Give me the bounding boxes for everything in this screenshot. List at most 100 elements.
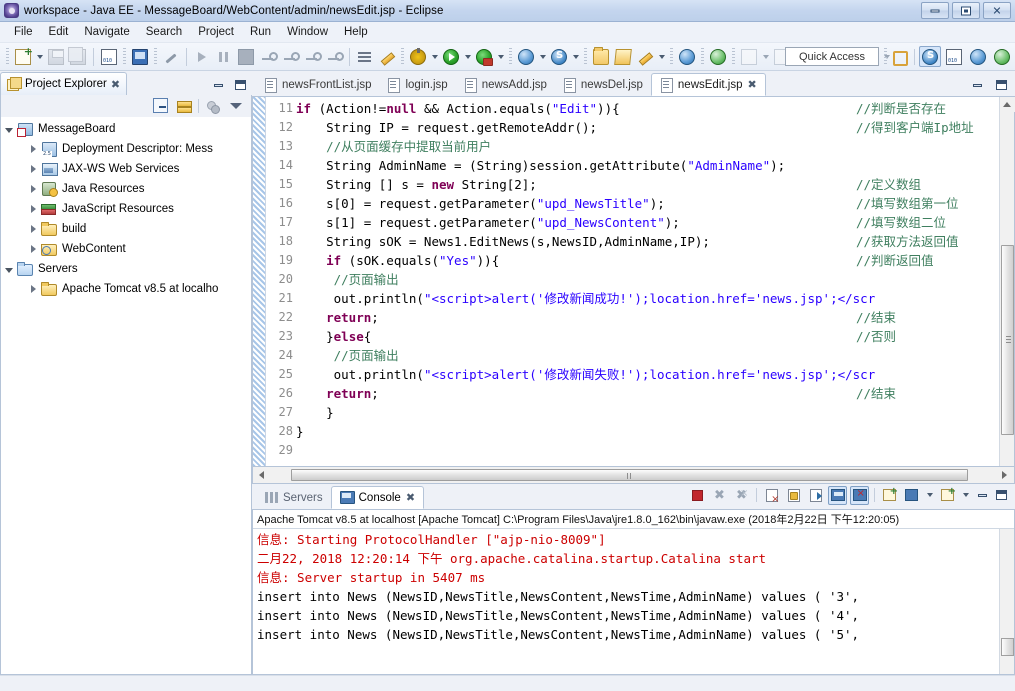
display-console-dropdown-icon[interactable] bbox=[924, 484, 935, 506]
open-type-icon[interactable] bbox=[590, 46, 612, 68]
console-output[interactable]: 信息: Starting ProtocolHandler ["ajp-nio-8… bbox=[253, 529, 1014, 674]
suspend-icon[interactable] bbox=[213, 46, 235, 68]
new-web-project-icon[interactable] bbox=[515, 46, 537, 68]
word-wrap-icon[interactable] bbox=[806, 486, 825, 505]
expand-arrow-icon[interactable] bbox=[1, 126, 17, 133]
new-server-dropdown-icon[interactable] bbox=[570, 46, 581, 68]
menu-window[interactable]: Window bbox=[279, 24, 336, 40]
console-output-area[interactable]: Apache Tomcat v8.5 at localhost [Apache … bbox=[252, 509, 1015, 675]
previous-annotation-icon[interactable] bbox=[376, 46, 398, 68]
scroll-up-icon[interactable] bbox=[999, 97, 1015, 112]
drop-to-frame-icon[interactable] bbox=[323, 46, 345, 68]
web-perspective-icon[interactable] bbox=[967, 46, 989, 67]
expand-arrow-icon[interactable] bbox=[25, 225, 41, 233]
expand-arrow-icon[interactable] bbox=[1, 266, 17, 273]
maximize-button[interactable] bbox=[952, 2, 980, 19]
run-dropdown-icon[interactable] bbox=[462, 46, 473, 68]
open-console-icon[interactable] bbox=[938, 486, 957, 505]
save-all-icon[interactable] bbox=[67, 46, 89, 68]
new-web-project-dropdown-icon[interactable] bbox=[537, 46, 548, 68]
marker-icon[interactable] bbox=[634, 46, 656, 68]
new-wizard-dropdown-icon[interactable] bbox=[34, 46, 45, 68]
minimize-panel-button[interactable] bbox=[974, 488, 990, 502]
java-ee-perspective-icon[interactable] bbox=[919, 46, 941, 67]
hscrollbar-thumb[interactable] bbox=[291, 469, 968, 481]
clear-console-icon[interactable] bbox=[762, 486, 781, 505]
scroll-left-icon[interactable] bbox=[253, 468, 269, 483]
tree-item-servers[interactable]: Servers bbox=[1, 259, 251, 279]
menu-navigate[interactable]: Navigate bbox=[76, 24, 137, 40]
java-perspective-icon[interactable] bbox=[943, 46, 965, 67]
display-selected-console-icon[interactable] bbox=[902, 486, 921, 505]
maximize-panel-button[interactable] bbox=[993, 78, 1009, 92]
debug-perspective-icon[interactable] bbox=[991, 46, 1013, 67]
new-wizard-icon[interactable] bbox=[12, 45, 34, 68]
open-console-icon[interactable] bbox=[129, 46, 151, 68]
tree-item-webcontent[interactable]: WebContent bbox=[1, 239, 251, 259]
editor-marker-bar[interactable] bbox=[253, 97, 266, 466]
console-vertical-scrollbar[interactable] bbox=[999, 529, 1014, 674]
maximize-panel-button[interactable] bbox=[232, 78, 248, 92]
remove-all-launches-icon[interactable]: ✖ bbox=[732, 486, 751, 505]
quick-access-input[interactable]: Quick Access bbox=[785, 47, 879, 66]
expand-arrow-icon[interactable] bbox=[25, 245, 41, 253]
tree-item-javascript-resources[interactable]: JavaScript Resources bbox=[1, 199, 251, 219]
tab-project-explorer[interactable]: Project Explorer ✖ bbox=[0, 72, 128, 95]
menu-run[interactable]: Run bbox=[242, 24, 279, 40]
run-server-icon[interactable] bbox=[473, 46, 495, 68]
annotation-icon[interactable] bbox=[738, 46, 760, 68]
minimize-panel-button[interactable] bbox=[969, 78, 985, 92]
close-icon[interactable]: ✖ bbox=[406, 491, 415, 504]
web-browser-icon[interactable] bbox=[676, 46, 698, 68]
run-icon[interactable] bbox=[440, 46, 462, 68]
menu-file[interactable]: File bbox=[6, 24, 41, 40]
editor-horizontal-scrollbar[interactable] bbox=[252, 467, 1015, 484]
code-text-area[interactable]: if (Action!=null && Action.equals("Edit"… bbox=[296, 97, 999, 466]
toggle-breakpoint-icon[interactable] bbox=[160, 46, 182, 68]
scrollbar-thumb[interactable] bbox=[1001, 638, 1014, 656]
filter-icon[interactable] bbox=[204, 97, 222, 115]
step-into-icon[interactable] bbox=[257, 46, 279, 68]
minimize-button[interactable] bbox=[921, 2, 949, 19]
close-icon[interactable]: ✖ bbox=[111, 78, 120, 91]
expand-arrow-icon[interactable] bbox=[25, 185, 41, 193]
remove-launch-icon[interactable]: ✖ bbox=[710, 486, 729, 505]
menu-search[interactable]: Search bbox=[138, 24, 190, 40]
tab-newsadd-jsp[interactable]: newsAdd.jsp bbox=[456, 73, 555, 96]
step-return-icon[interactable] bbox=[301, 46, 323, 68]
code-editor[interactable]: 11 12 13 14 15 16 17 18 19 20 21 22 23 2… bbox=[252, 96, 1015, 467]
debug-dropdown-icon[interactable] bbox=[429, 46, 440, 68]
tab-login-jsp[interactable]: login.jsp bbox=[379, 73, 455, 96]
maximize-panel-button[interactable] bbox=[993, 488, 1009, 502]
menu-edit[interactable]: Edit bbox=[41, 24, 77, 40]
debug-icon[interactable] bbox=[407, 46, 429, 68]
scroll-right-icon[interactable] bbox=[996, 468, 1012, 483]
open-task-icon[interactable] bbox=[612, 46, 634, 68]
show-console-on-output-icon[interactable] bbox=[828, 485, 847, 505]
run-server-dropdown-icon[interactable] bbox=[495, 46, 506, 68]
editor-vertical-scrollbar[interactable] bbox=[999, 97, 1015, 466]
menu-help[interactable]: Help bbox=[336, 24, 376, 40]
tree-item-apache-tomcat[interactable]: Apache Tomcat v8.5 at localho bbox=[1, 279, 251, 299]
tree-item-messageboard[interactable]: MessageBoard bbox=[1, 119, 251, 139]
tab-newsedit-jsp[interactable]: newsEdit.jsp ✖ bbox=[650, 73, 766, 96]
terminate-icon[interactable] bbox=[235, 46, 257, 68]
menu-project[interactable]: Project bbox=[190, 24, 242, 40]
tree-item-java-resources[interactable]: Java Resources bbox=[1, 179, 251, 199]
show-console-on-error-icon[interactable] bbox=[850, 485, 869, 505]
expand-arrow-icon[interactable] bbox=[25, 145, 41, 153]
tab-console[interactable]: Console ✖ bbox=[330, 486, 425, 509]
close-icon[interactable]: ✖ bbox=[747, 78, 756, 91]
tree-item-build[interactable]: build bbox=[1, 219, 251, 239]
scrollbar-thumb[interactable] bbox=[1001, 245, 1014, 435]
tree-item-jaxws-web-services[interactable]: JAX-WS Web Services bbox=[1, 159, 251, 179]
expand-arrow-icon[interactable] bbox=[25, 165, 41, 173]
terminate-icon[interactable] bbox=[688, 486, 707, 505]
pin-console-icon[interactable] bbox=[880, 486, 899, 505]
new-server-icon[interactable] bbox=[548, 46, 570, 68]
marker-dropdown-icon[interactable] bbox=[656, 46, 667, 68]
open-perspective-icon[interactable] bbox=[888, 46, 910, 67]
scroll-lock-icon[interactable] bbox=[784, 486, 803, 505]
collapse-all-icon[interactable] bbox=[152, 97, 170, 115]
minimize-panel-button[interactable] bbox=[210, 78, 226, 92]
